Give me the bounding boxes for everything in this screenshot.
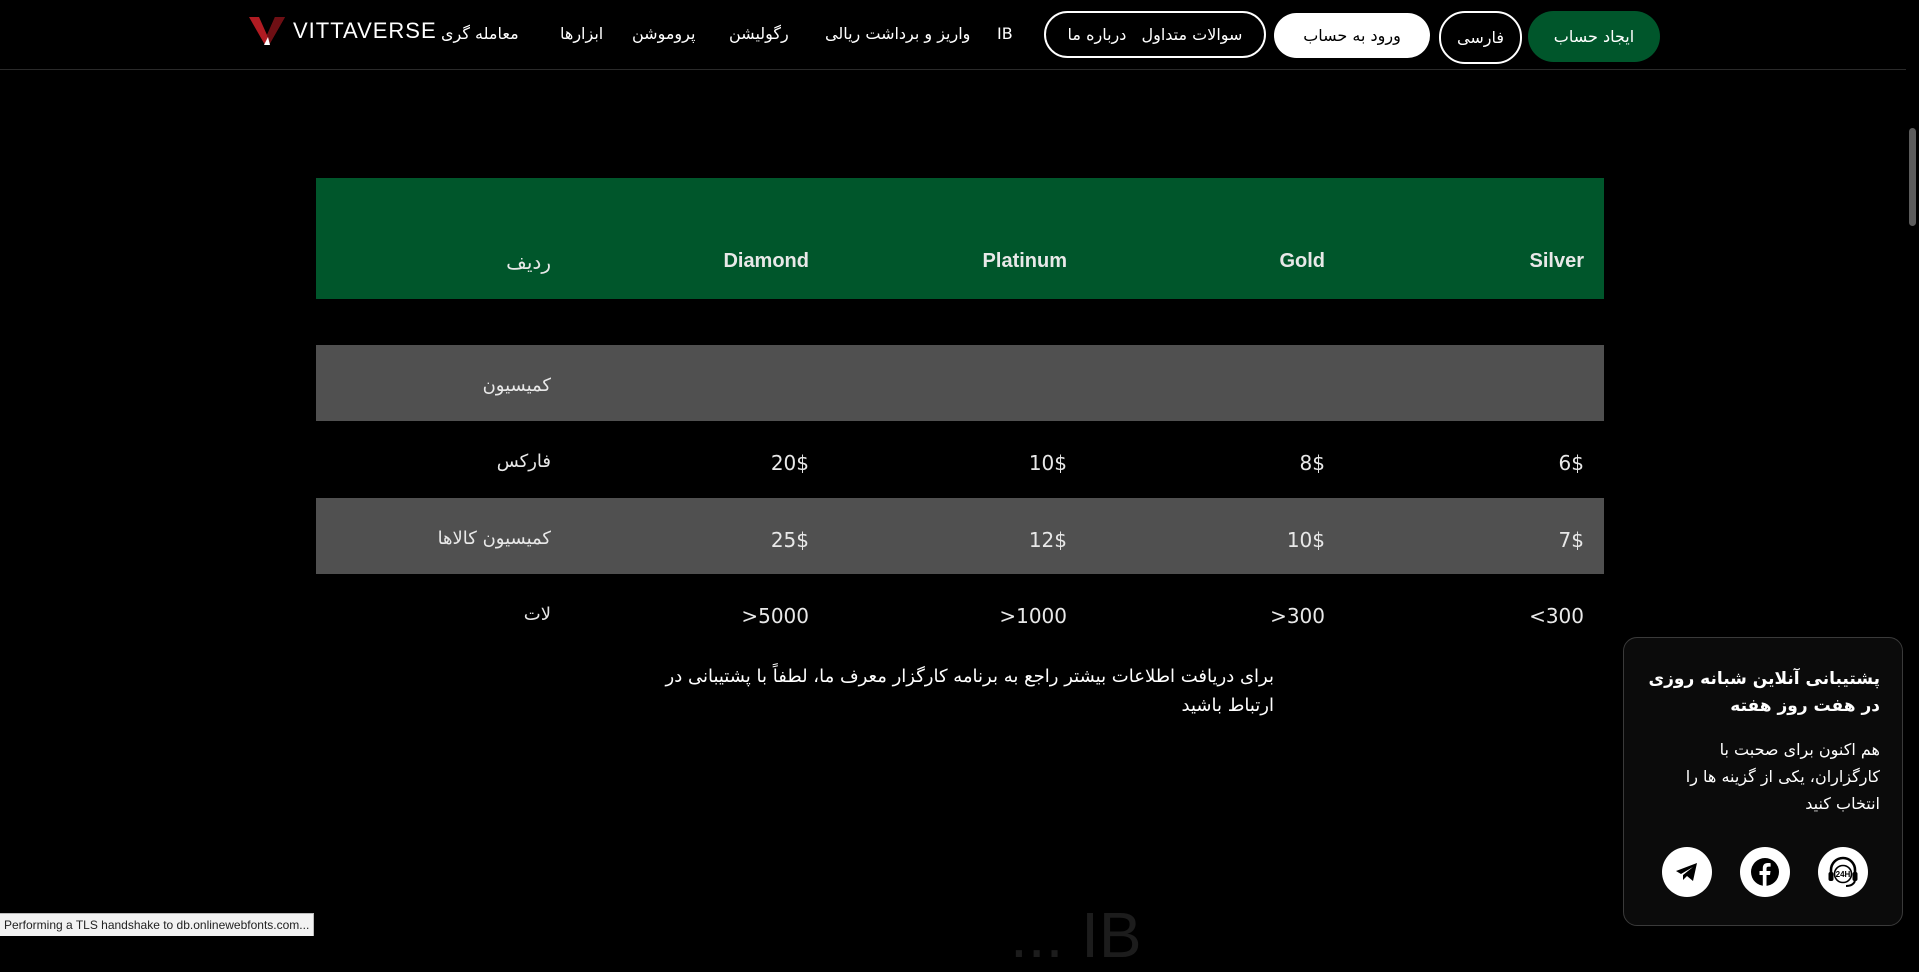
top-navbar: ایجاد حساب فارسی ورود به حساب سوالات متد… (0, 0, 1919, 70)
telegram-icon[interactable] (1662, 847, 1712, 897)
telegram-glyph (1676, 863, 1697, 881)
nav-trading[interactable]: معامله گری (441, 24, 519, 43)
nav-regulation[interactable]: رگولیشن (729, 24, 789, 43)
page-scrollbar[interactable] (1906, 0, 1919, 935)
cell-gold: >300 (1270, 604, 1325, 628)
support-24h-icon[interactable]: 24H (1818, 847, 1868, 897)
login-button[interactable]: ورود به حساب (1274, 13, 1430, 58)
cell-diamond: 20$ (770, 451, 809, 475)
logo-text: VITTAVERSE (293, 18, 437, 43)
table-row: کمیسیون (316, 345, 1604, 421)
facebook-glyph (1751, 858, 1779, 886)
table-row: 7$ 10$ 12$ 25$ کمیسیون کالاها (316, 498, 1604, 574)
cell-silver: 7$ (1558, 528, 1584, 552)
cell-silver: 6$ (1558, 451, 1584, 475)
nav-faq[interactable]: سوالات متداول (1141, 25, 1242, 44)
logo-mark-icon (249, 17, 285, 45)
brand-logo[interactable]: VITTAVERSE (247, 14, 437, 48)
cell-gold: 8$ (1299, 451, 1325, 475)
header-gold: Gold (1279, 250, 1325, 272)
table-header: Silver Gold Platinum Diamond ردیف (316, 178, 1604, 299)
header-diamond: Diamond (723, 250, 809, 272)
header-platinum: Platinum (982, 250, 1067, 272)
nav-about-us[interactable]: درباره ما (1068, 25, 1127, 44)
header-row-label: ردیف (506, 250, 551, 274)
nav-rial-deposit-withdrawal[interactable]: واریز و برداشت ریالی (825, 24, 970, 43)
language-selector[interactable]: فارسی (1439, 11, 1522, 64)
headset-glyph: 24H (1828, 856, 1858, 887)
header-silver: Silver (1529, 250, 1584, 272)
ib-contact-note: برای دریافت اطلاعات بیشتر راجع به برنامه… (665, 666, 1274, 716)
svg-text:24H: 24H (1836, 870, 1851, 879)
nav-ib[interactable]: IB (997, 24, 1013, 43)
row-label: فارکس (496, 451, 551, 472)
cell-gold: 10$ (1286, 528, 1325, 552)
support-widget: پشتیبانی آنلاین شبانه روزی در هفت روز هف… (1623, 637, 1903, 926)
cell-diamond: >5000 (741, 604, 809, 628)
cell-platinum: 10$ (1028, 451, 1067, 475)
support-description: هم اکنون برای صحبت با کارگزاران، یکی از … (1685, 740, 1880, 813)
browser-status-bar: Performing a TLS handshake to db.onlinew… (0, 913, 315, 936)
cell-silver: <300 (1529, 604, 1584, 628)
section-heading-partial: IB ... (1010, 899, 1142, 971)
row-label: کمیسیون کالاها (437, 528, 551, 549)
support-title: پشتیبانی آنلاین شبانه روزی در هفت روز هف… (1648, 669, 1880, 716)
scrollbar-thumb[interactable] (1909, 128, 1916, 226)
table-row: <300 >300 >1000 >5000 لات (316, 574, 1604, 650)
nav-tools[interactable]: ابزارها (560, 24, 603, 43)
cell-platinum: >1000 (999, 604, 1067, 628)
cell-platinum: 12$ (1028, 528, 1067, 552)
row-label: لات (523, 604, 551, 625)
row-label: کمیسیون (482, 375, 551, 396)
pill-nav-group: سوالات متداول درباره ما (1044, 11, 1266, 58)
create-account-button[interactable]: ایجاد حساب (1528, 11, 1660, 62)
facebook-icon[interactable] (1740, 847, 1790, 897)
cell-diamond: 25$ (770, 528, 809, 552)
nav-promotion[interactable]: پروموشن (632, 24, 695, 43)
table-row: 6$ 8$ 10$ 20$ فارکس (316, 421, 1604, 497)
